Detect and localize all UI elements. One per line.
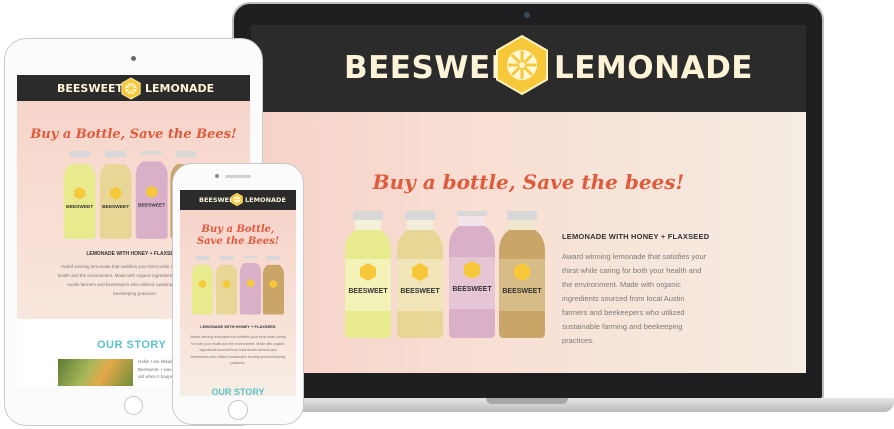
brand-name-right[interactable]: LEMONADE bbox=[145, 82, 214, 95]
bottle-lineup bbox=[192, 256, 284, 315]
bottle-label: BEESWEET bbox=[138, 202, 165, 208]
bottle-honey: BEESWEET bbox=[345, 211, 391, 338]
bottle-ginger bbox=[215, 256, 238, 315]
hero-headline: Buy a bottle, Save the bees! bbox=[372, 170, 685, 194]
bottle-label: BEESWEET bbox=[452, 286, 492, 293]
laptop-bezel-bottom bbox=[251, 373, 806, 391]
site-header: BEESWEET LEMONADE bbox=[17, 75, 250, 101]
bottle-prickly-pear: BEESWEET bbox=[135, 151, 168, 239]
bottle-mint bbox=[262, 256, 284, 315]
bottle-prickly-pear bbox=[239, 256, 261, 315]
brand-name-left[interactable]: BEESWEET bbox=[57, 82, 123, 95]
bottle-honey: BEESWEET bbox=[63, 151, 96, 239]
bottle-prickly-pear: BEESWEET bbox=[449, 211, 495, 338]
product-copy: LEMONADE WITH HONEY + FLAXSEED Award win… bbox=[562, 232, 712, 348]
story-photo bbox=[58, 359, 133, 386]
product-description: Award winning lemonade that satisfies yo… bbox=[190, 335, 286, 365]
phone-camera bbox=[215, 174, 219, 178]
lemon-logo-icon[interactable] bbox=[121, 77, 141, 100]
laptop-camera bbox=[524, 12, 530, 18]
laptop-notch bbox=[486, 398, 568, 404]
bottle-label: BEESWEET bbox=[66, 204, 93, 210]
hero-headline: Buy a Bottle, Save the Bees! bbox=[180, 224, 296, 248]
bottle-ginger: BEESWEET bbox=[99, 151, 132, 239]
tablet-home-button[interactable] bbox=[124, 396, 143, 415]
story-title: OUR STORY bbox=[97, 339, 167, 351]
brand-name-right[interactable]: LEMONADE bbox=[554, 50, 753, 86]
phone-screen: BEESWEET LEMONADE Buy a Bottle, Save the… bbox=[180, 190, 296, 396]
bottle-ginger: BEESWEET bbox=[397, 211, 443, 338]
phone-home-button[interactable] bbox=[228, 400, 248, 420]
tablet-camera bbox=[131, 56, 136, 61]
bottle-label: BEESWEET bbox=[102, 204, 129, 210]
bottle-honey bbox=[192, 256, 214, 315]
product-title: LEMONADE WITH HONEY + FLAXSEED bbox=[200, 324, 276, 329]
site-header: BEESWEET LEMONADE bbox=[251, 25, 806, 112]
site-header: BEESWEET LEMONADE bbox=[180, 190, 296, 210]
bottle-lineup: BEESWEET BEESWEET BEESWEET BEESWEET bbox=[345, 211, 545, 338]
hero-headline-line1: Buy a Bottle, bbox=[201, 224, 275, 235]
hero-headline: Buy a Bottle, Save the Bees! bbox=[30, 127, 237, 142]
bottle-label: BEESWEET bbox=[502, 288, 542, 295]
product-description: Award winning lemonade that satisfies yo… bbox=[562, 252, 707, 345]
brand-name-right[interactable]: LEMONADE bbox=[245, 196, 286, 204]
lemon-logo-icon[interactable] bbox=[231, 192, 243, 207]
story-title: OUR STORY bbox=[211, 387, 265, 396]
bottle-label: BEESWEET bbox=[348, 288, 388, 295]
bottle-label: BEESWEET bbox=[400, 288, 440, 295]
laptop-screen: BEESWEET LEMONADE Buy a bottle, Save the… bbox=[251, 25, 806, 373]
hero-headline-line2: Save the Bees! bbox=[196, 236, 280, 247]
phone-speaker bbox=[225, 175, 251, 178]
lemon-logo-icon[interactable] bbox=[495, 34, 549, 96]
bottle-mint: BEESWEET bbox=[499, 211, 545, 338]
product-title: LEMONADE WITH HONEY + FLAXSEED bbox=[562, 232, 710, 241]
